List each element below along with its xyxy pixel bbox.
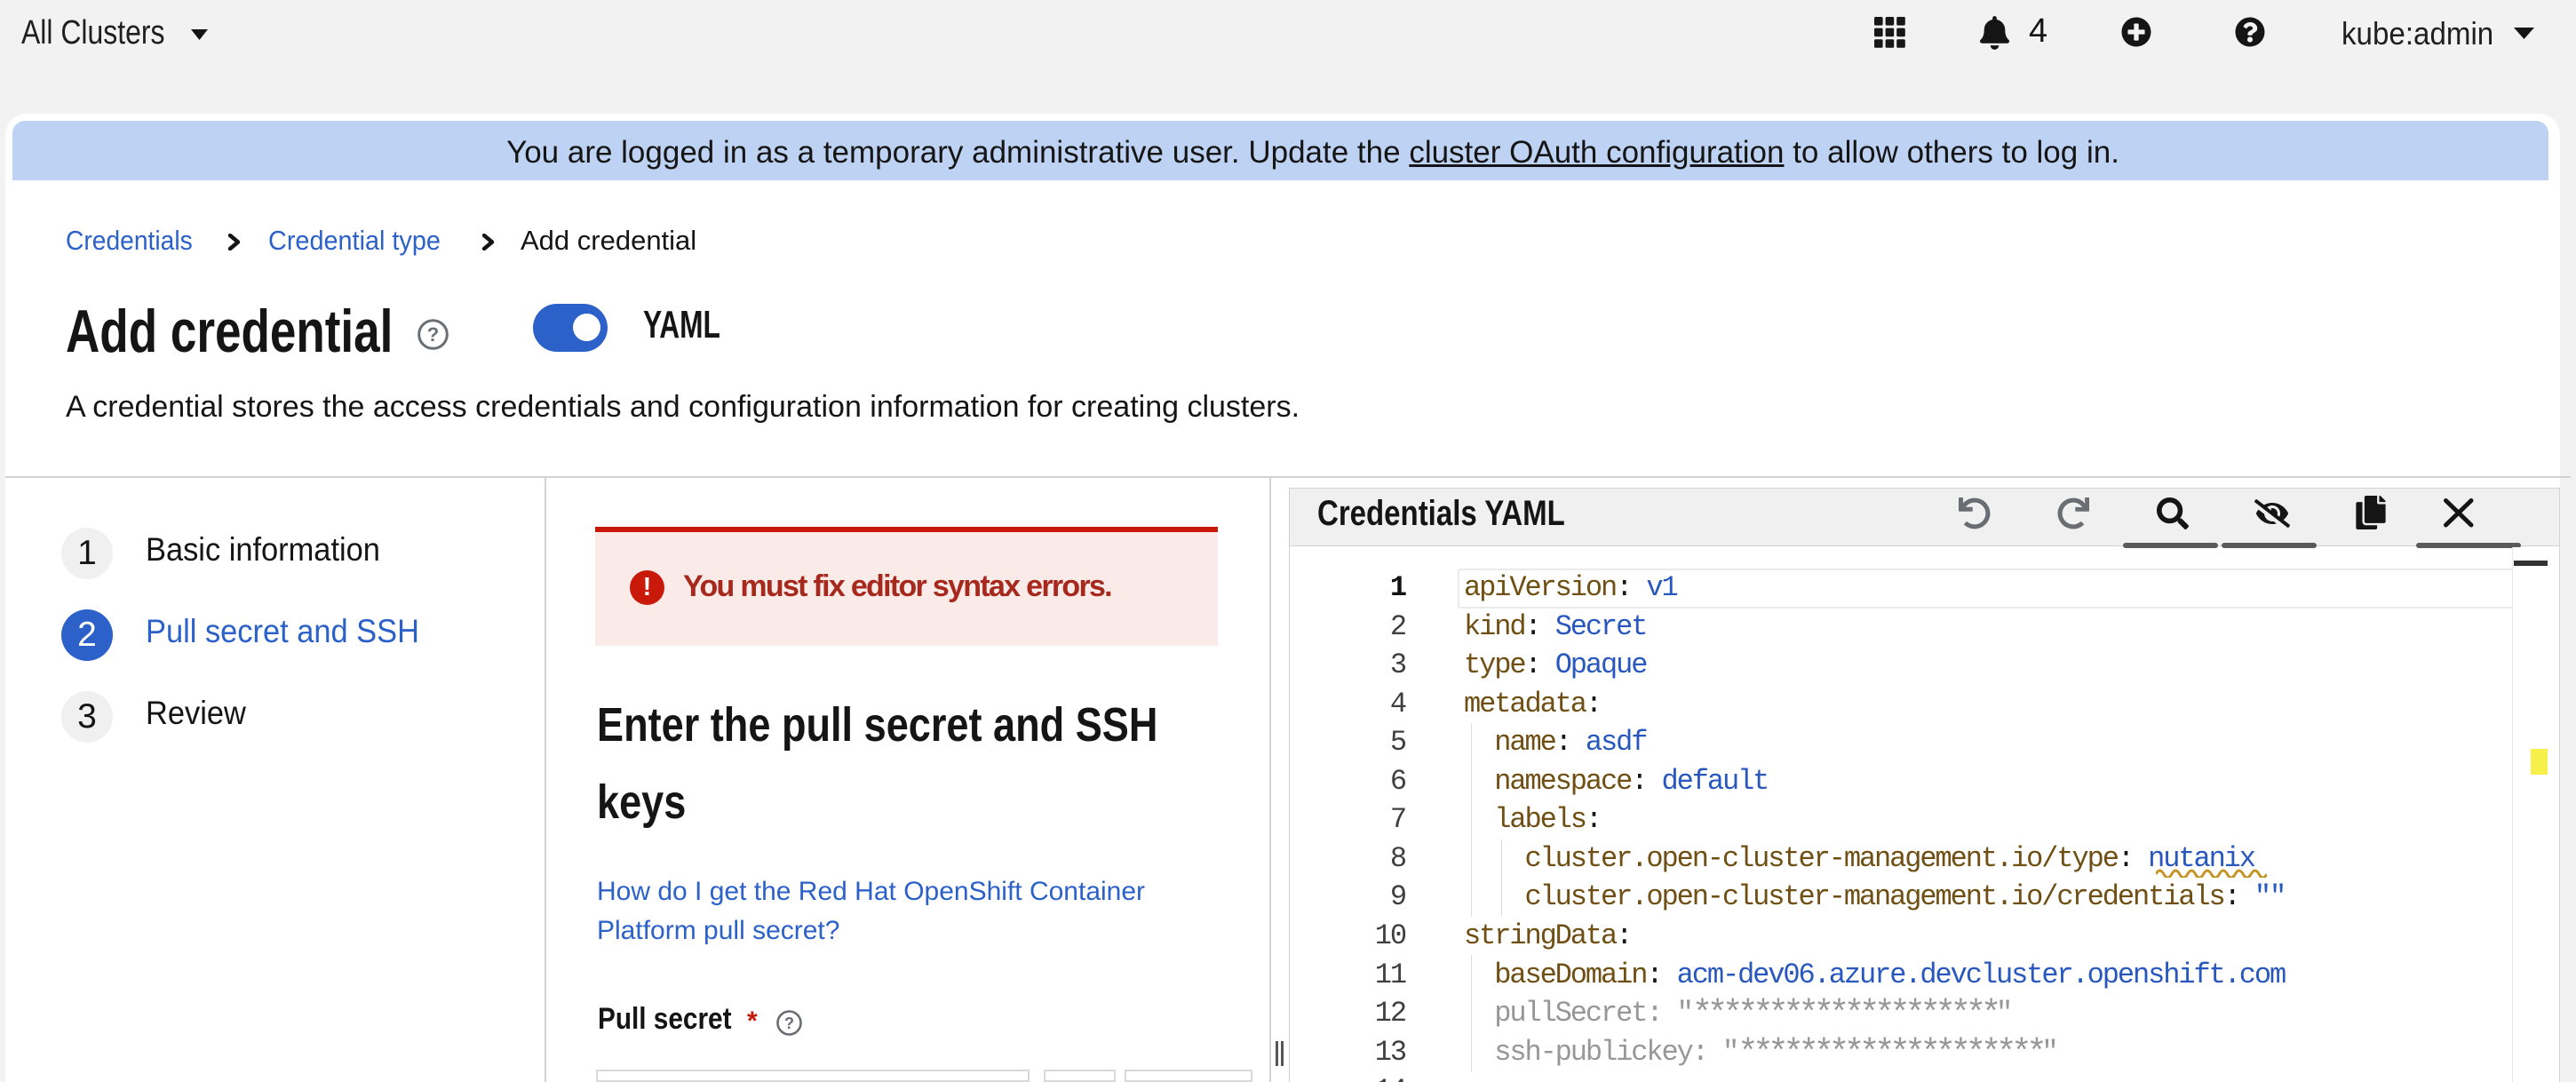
svg-text:?: ?: [427, 323, 439, 346]
svg-text:?: ?: [784, 1014, 794, 1032]
